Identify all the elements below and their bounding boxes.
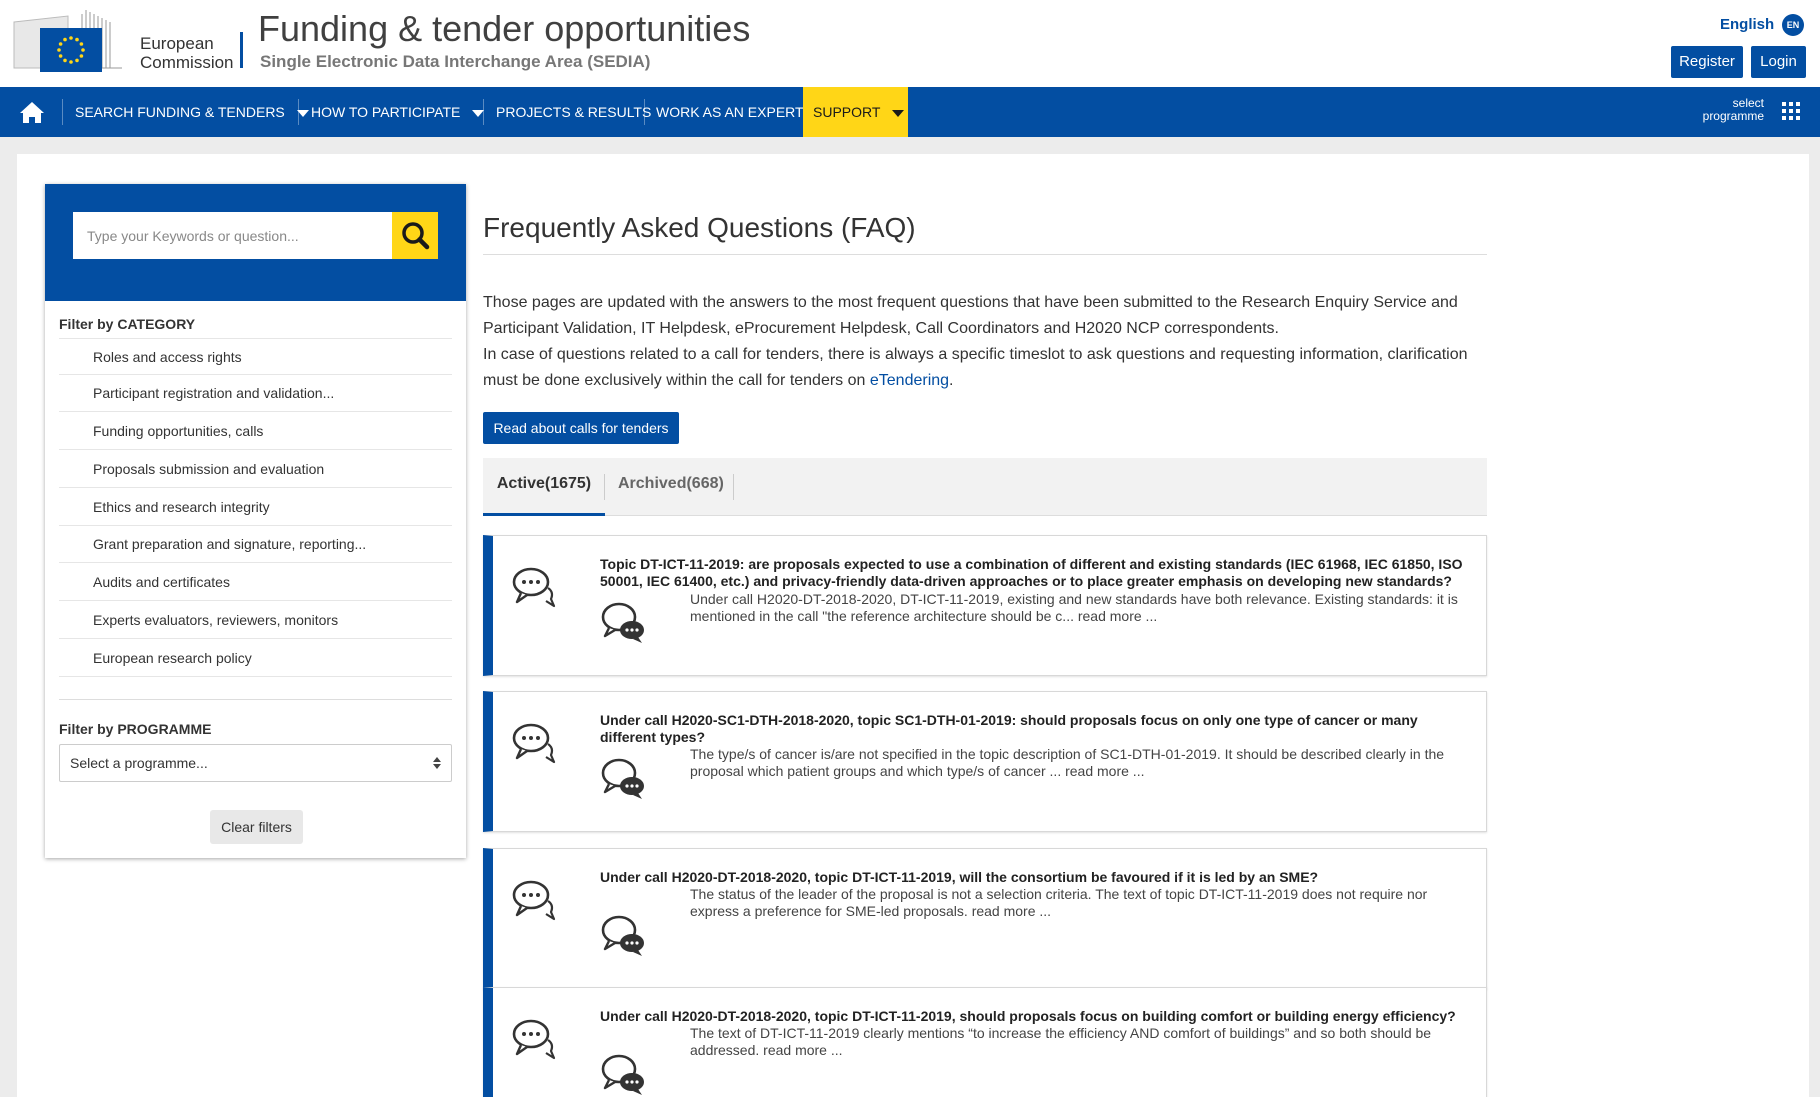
faq-tabs: Active(1675) Archived(668) <box>483 458 1487 516</box>
faq-answer: The status of the leader of the proposal… <box>690 886 1428 919</box>
faq-card[interactable]: Under call H2020-SC1-DTH-2018-2020, topi… <box>483 691 1487 832</box>
faq-card[interactable]: Under call H2020-DT-2018-2020, topic DT-… <box>483 987 1487 1097</box>
category-item[interactable]: Participant registration and validation.… <box>59 375 452 412</box>
search-button[interactable] <box>392 212 438 259</box>
tab-separator <box>733 474 734 500</box>
nav-label: SUPPORT <box>813 104 881 120</box>
site-subtitle: Single Electronic Data Interchange Area … <box>260 52 651 71</box>
faq-question[interactable]: Under call H2020-DT-2018-2020, topic DT-… <box>600 869 1475 886</box>
programme-select-value: Select a programme... <box>70 755 208 771</box>
category-item[interactable]: Roles and access rights <box>59 338 452 375</box>
category-item[interactable]: Audits and certificates <box>59 564 452 601</box>
nav-separator <box>483 99 484 125</box>
site-title[interactable]: Funding & tender opportunities <box>258 8 750 50</box>
login-button[interactable]: Login <box>1751 46 1806 78</box>
register-button[interactable]: Register <box>1671 46 1743 78</box>
language-badge-icon[interactable]: EN <box>1782 14 1804 36</box>
faq-answer: Under call H2020-DT-2018-2020, DT-ICT-11… <box>690 591 1458 624</box>
title-rule <box>483 254 1487 255</box>
nav-label: HOW TO PARTICIPATE <box>311 104 461 120</box>
clear-filters-button[interactable]: Clear filters <box>210 810 303 844</box>
faq-question[interactable]: Under call H2020-SC1-DTH-2018-2020, topi… <box>600 712 1475 746</box>
search-area <box>45 184 466 301</box>
home-icon[interactable] <box>18 87 48 137</box>
faq-card[interactable]: Topic DT-ICT-11-2019: are proposals expe… <box>483 535 1487 676</box>
category-item[interactable]: Ethics and research integrity <box>59 489 452 526</box>
filter-sidebar: Filter by CATEGORY Roles and access righ… <box>45 184 466 858</box>
answer-chat-icon <box>601 758 644 799</box>
question-chat-icon <box>512 1019 556 1060</box>
tab-separator <box>604 474 605 500</box>
faq-question[interactable]: Topic DT-ICT-11-2019: are proposals expe… <box>600 556 1475 590</box>
keyword-search-input[interactable] <box>73 212 393 259</box>
category-item[interactable]: European research policy <box>59 640 452 677</box>
question-chat-icon <box>512 567 556 608</box>
answer-chat-icon <box>601 915 644 956</box>
intro-paragraph-2: In case of questions related to a call f… <box>483 346 1468 389</box>
nav-label: SEARCH FUNDING & TENDERS <box>75 104 285 120</box>
programme-select[interactable]: Select a programme... <box>59 744 452 782</box>
category-filter-title: Filter by CATEGORY <box>59 316 196 332</box>
header-separator <box>240 32 243 68</box>
nav-how-to-participate[interactable]: HOW TO PARTICIPATE <box>311 87 485 137</box>
read-calls-for-tenders-button[interactable]: Read about calls for tenders <box>483 412 679 444</box>
nav-separator <box>298 99 299 125</box>
nav-projects-results[interactable]: PROJECTS & RESULTS <box>496 87 651 137</box>
intro-text: Those pages are updated with the answers… <box>483 290 1493 394</box>
intro-paragraph: Those pages are updated with the answers… <box>483 294 1458 337</box>
category-item[interactable]: Grant preparation and signature, reporti… <box>59 526 452 563</box>
tab-active[interactable]: Active(1675) <box>483 458 605 516</box>
search-icon <box>402 222 430 250</box>
nav-separator <box>644 99 645 125</box>
nav-separator <box>62 99 63 125</box>
nav-search-funding[interactable]: SEARCH FUNDING & TENDERS <box>75 87 309 137</box>
apps-grid-icon[interactable] <box>1781 101 1801 121</box>
category-item[interactable]: Experts evaluators, reviewers, monitors <box>59 602 452 639</box>
category-item[interactable]: Funding opportunities, calls <box>59 413 452 450</box>
faq-question[interactable]: Under call H2020-DT-2018-2020, topic DT-… <box>600 1008 1475 1025</box>
answer-chat-icon <box>601 602 644 643</box>
faq-card[interactable]: Under call H2020-DT-2018-2020, topic DT-… <box>483 848 1487 989</box>
eu-flag-icon <box>40 28 102 72</box>
ec-org-name: European Commission <box>140 34 234 72</box>
select-programme-label[interactable]: select programme <box>1680 97 1764 123</box>
programme-filter-title: Filter by PROGRAMME <box>59 721 212 737</box>
answer-chat-icon <box>601 1054 644 1095</box>
question-chat-icon <box>512 723 556 764</box>
nav-support[interactable]: SUPPORT <box>803 87 908 137</box>
faq-answer: The type/s of cancer is/are not specifie… <box>690 746 1445 779</box>
language-selector[interactable]: English <box>1720 16 1774 33</box>
category-item[interactable]: Proposals submission and evaluation <box>59 451 452 488</box>
site-header: European Commission Funding & tender opp… <box>0 0 1820 87</box>
etendering-link[interactable]: eTendering <box>870 372 949 389</box>
sidebar-divider <box>59 699 452 700</box>
page-title: Frequently Asked Questions (FAQ) <box>483 212 916 243</box>
nav-work-as-expert[interactable]: WORK AS AN EXPERT <box>656 87 804 137</box>
question-chat-icon <box>512 880 556 921</box>
caret-down-icon <box>892 109 905 117</box>
tab-archived[interactable]: Archived(668) <box>618 458 724 516</box>
main-navigation: SEARCH FUNDING & TENDERS HOW TO PARTICIP… <box>0 87 1820 137</box>
select-updown-icon <box>433 757 441 769</box>
faq-answer: The text of DT-ICT-11-2019 clearly menti… <box>690 1025 1432 1058</box>
